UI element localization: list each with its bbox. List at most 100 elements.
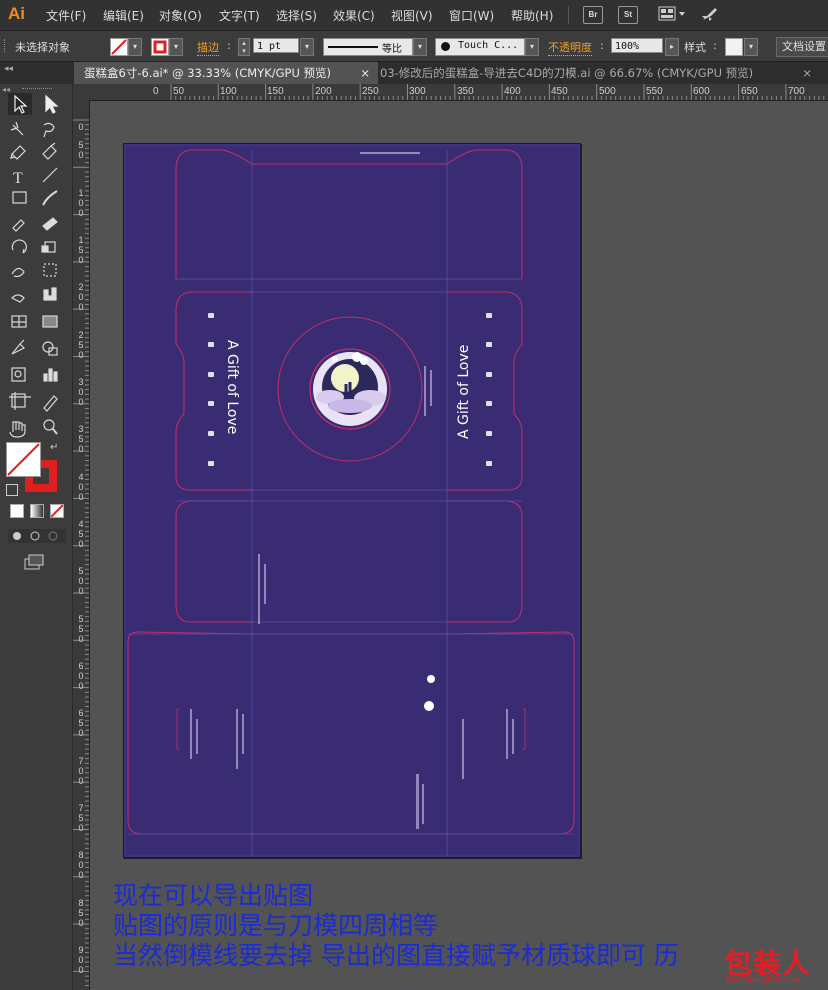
stroke-label[interactable]: 描边 xyxy=(197,39,219,56)
drawing-modes[interactable] xyxy=(8,529,66,543)
opacity-colon: : xyxy=(600,39,604,52)
menu-effect[interactable]: 效果(C) xyxy=(333,7,375,24)
menu-bar: Ai 文件(F) 编辑(E) 对象(O) 文字(T) 选择(S) 效果(C) 视… xyxy=(0,0,828,31)
ruler-label: 5 0 0 xyxy=(78,566,84,596)
document-tab-bar: ◂◂ 蛋糕盒6寸-6.ai* @ 33.33% (CMYK/GPU 预览) × … xyxy=(0,62,828,84)
horizontal-ruler[interactable]: 0 50 100 150 200 250 300 350 400 450 500… xyxy=(73,84,828,101)
ruler-label: 550 xyxy=(646,86,663,97)
ruler-label: 5 5 0 xyxy=(78,614,84,644)
stroke-colon: : xyxy=(227,39,231,52)
fill-stroke-widget[interactable]: ↵ xyxy=(6,442,58,492)
vertical-ruler[interactable]: 0 5 0 1 0 0 1 5 0 2 0 0 2 5 0 3 0 0 3 5 … xyxy=(73,100,90,990)
ruler-label: 300 xyxy=(409,86,426,97)
gpu-performance-icon[interactable] xyxy=(700,5,720,26)
bridge-button[interactable]: Br xyxy=(583,6,603,24)
app-logo: Ai xyxy=(8,4,25,23)
stock-button[interactable]: St xyxy=(618,6,638,24)
annotation-line-2: 贴图的原则是与刀模四周相等 xyxy=(113,911,439,940)
close-tab-icon[interactable]: × xyxy=(802,62,812,84)
screen-mode-icon[interactable] xyxy=(24,554,46,573)
style-dropdown-icon[interactable]: ▾ xyxy=(744,38,758,56)
ruler-label: 1 5 0 xyxy=(78,235,84,265)
style-colon: : xyxy=(713,39,717,52)
gift-title-right: A Gift of Love xyxy=(454,334,474,444)
menu-help[interactable]: 帮助(H) xyxy=(511,7,553,24)
ruler-label: 500 xyxy=(599,86,616,97)
ruler-label: 1 0 0 xyxy=(78,188,84,218)
annotation-line-3: 当然倒模线要去掉 导出的图直接赋予材质球即可 历 xyxy=(113,941,679,970)
ruler-label: 650 xyxy=(741,86,758,97)
arrange-documents-icon[interactable] xyxy=(658,6,686,25)
opacity-label[interactable]: 不透明度 xyxy=(548,39,592,56)
stroke-weight-dropdown-icon[interactable]: ▾ xyxy=(300,38,314,56)
profile-label: 等比 xyxy=(382,44,402,55)
control-bar: 未选择对象 ▾ ▾ 描边 : ▴ ▾ 1 pt ▾ 等比 ▾ Touch C...… xyxy=(0,31,828,62)
collapse-panels-icon[interactable]: ◂◂ xyxy=(4,64,13,74)
menu-divider xyxy=(568,6,569,24)
ruler-label: 0 xyxy=(78,122,84,132)
ruler-label: 250 xyxy=(362,86,379,97)
grip-handle[interactable] xyxy=(4,39,7,53)
stroke-stepper-icon[interactable]: ▴ ▾ xyxy=(238,38,250,56)
menu-type[interactable]: 文字(T) xyxy=(219,7,260,24)
menu-object[interactable]: 对象(O) xyxy=(159,7,202,24)
document-setup-button[interactable]: 文档设置 xyxy=(776,37,828,57)
artboard[interactable]: A Gift of Love A Gift of Love xyxy=(123,143,581,858)
menu-file[interactable]: 文件(F) xyxy=(46,7,86,24)
ruler-label: 6 5 0 xyxy=(78,708,84,738)
fill-dropdown-icon[interactable]: ▾ xyxy=(128,38,142,56)
stroke-weight-field[interactable]: 1 pt xyxy=(253,38,299,53)
variable-width-profile[interactable]: 等比 xyxy=(323,38,413,56)
opacity-field[interactable]: 100% xyxy=(611,38,663,53)
annotation-line-1: 现在可以导出贴图 xyxy=(113,881,314,910)
opacity-arrow-icon[interactable]: ▸ xyxy=(665,38,679,56)
brush-dropdown-icon[interactable]: ▾ xyxy=(525,38,539,56)
brush-definition[interactable]: Touch C... xyxy=(435,38,525,56)
gradient-mode-icon[interactable] xyxy=(30,504,44,518)
fill-swatch[interactable] xyxy=(110,38,128,56)
profile-dropdown-icon[interactable]: ▾ xyxy=(413,38,427,56)
gift-title-left: A Gift of Love xyxy=(222,339,242,449)
ruler-label: 4 0 0 xyxy=(78,472,84,502)
style-label: 样式 xyxy=(684,41,706,54)
profile-line xyxy=(328,46,378,48)
brush-dot-icon xyxy=(441,42,450,51)
tab-cake-box[interactable]: 蛋糕盒6寸-6.ai* @ 33.33% (CMYK/GPU 预览) × xyxy=(74,62,378,84)
ruler-label: 6 0 0 xyxy=(78,661,84,691)
ruler-ticks xyxy=(170,84,828,100)
moon-illustration xyxy=(313,352,387,426)
ruler-label: 350 xyxy=(457,86,474,97)
menu-window[interactable]: 窗口(W) xyxy=(449,7,494,24)
watermark-url: BaoZhuangRen.com xyxy=(726,975,800,984)
cake-box-dieline xyxy=(124,144,580,857)
ruler-label: 150 xyxy=(267,86,284,97)
gift-title-text: A Gift of Love xyxy=(456,344,472,439)
ruler-label: 0 xyxy=(153,86,159,97)
fill-color-box[interactable] xyxy=(6,442,41,477)
stroke-dropdown-icon[interactable]: ▾ xyxy=(169,38,183,56)
ruler-label: 5 0 xyxy=(78,140,84,160)
none-mode-icon[interactable] xyxy=(50,504,64,518)
close-tab-icon[interactable]: × xyxy=(360,62,370,84)
ruler-label: 7 0 0 xyxy=(78,756,84,786)
brush-label: Touch C... xyxy=(458,40,519,51)
ruler-label: 200 xyxy=(315,86,332,97)
swap-colors-icon[interactable]: ↵ xyxy=(50,442,58,453)
menu-view[interactable]: 视图(V) xyxy=(391,7,433,24)
stroke-swatch[interactable] xyxy=(151,38,169,56)
ruler-label: 2 0 0 xyxy=(78,282,84,312)
menu-edit[interactable]: 编辑(E) xyxy=(103,7,144,24)
tab-dieline[interactable]: 03-修改后的蛋糕盒-导进去C4D的刀模.ai @ 66.67% (CMYK/G… xyxy=(370,62,820,84)
default-colors-icon[interactable] xyxy=(6,484,18,496)
tab-label: 03-修改后的蛋糕盒-导进去C4D的刀模.ai @ 66.67% (CMYK/G… xyxy=(380,66,754,80)
selection-status: 未选择对象 xyxy=(15,41,70,54)
panel-grip[interactable] xyxy=(22,88,52,91)
ruler-label: 9 0 0 xyxy=(78,945,84,975)
gift-title-text: A Gift of Love xyxy=(224,340,240,435)
menu-select[interactable]: 选择(S) xyxy=(276,7,317,24)
watermark: 包装人 BaoZhuangRen.com xyxy=(724,942,824,986)
color-mode-icon[interactable] xyxy=(10,504,24,518)
ruler-label: 2 5 0 xyxy=(78,330,84,360)
ruler-label: 8 0 0 xyxy=(78,850,84,880)
style-swatch[interactable] xyxy=(725,38,743,56)
